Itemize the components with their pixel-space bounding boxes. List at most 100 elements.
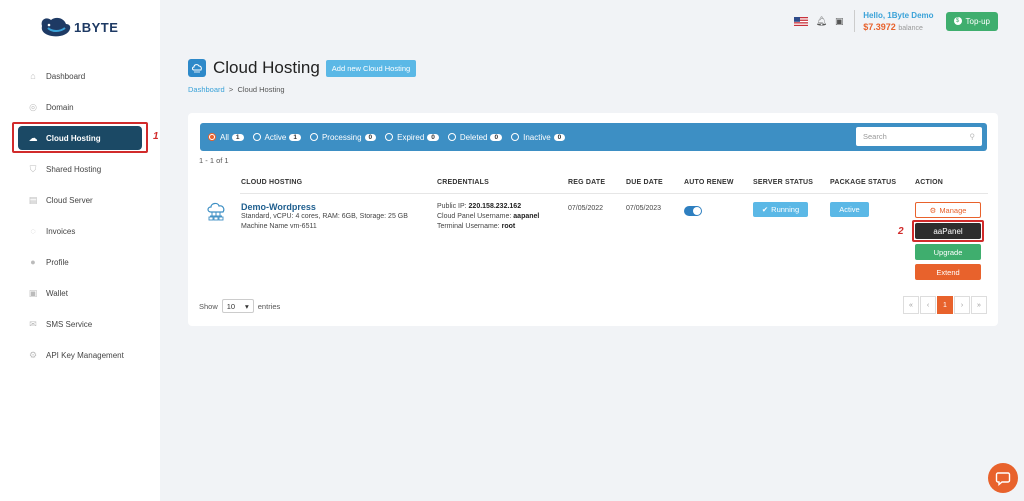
filter-all[interactable]: All 1	[208, 133, 244, 142]
pager-page-1[interactable]: 1	[937, 296, 953, 314]
chat-widget-button[interactable]	[988, 463, 1018, 493]
page-size-control: Show 10 ▾ entries	[199, 299, 280, 313]
wallet-icon: ▣	[28, 287, 38, 298]
auto-renew-toggle[interactable]	[684, 206, 702, 216]
header-separator	[854, 10, 856, 32]
globe-icon: ◎	[29, 101, 37, 112]
terminal-username: root	[501, 223, 516, 230]
sidebar: 1BYTE ⌂ Dashboard ◎ Domain ☁ Cloud Hosti…	[0, 0, 160, 501]
breadcrumb-home[interactable]: Dashboard	[188, 85, 225, 94]
result-range: 1 - 1 of 1	[199, 156, 229, 165]
filter-inactive[interactable]: Inactive 0	[511, 133, 566, 142]
pager-last[interactable]: »	[971, 296, 987, 314]
pagination: « ‹ 1 › »	[902, 296, 987, 314]
user-icon: ●	[30, 257, 36, 267]
hosting-name-link[interactable]: Demo-Wordpress	[241, 202, 408, 212]
filter-active[interactable]: Active 1	[252, 132, 301, 142]
sidebar-item-label: Dashboard	[46, 71, 86, 81]
sidebar-item-profile[interactable]: ● Profile	[18, 250, 142, 274]
search-placeholder: Search	[863, 132, 887, 141]
brand-logo[interactable]: 1BYTE	[38, 14, 118, 40]
server-icon: ▤	[28, 194, 38, 205]
column-header-credentials: CREDENTIALS	[437, 179, 489, 186]
sidebar-item-label: Profile	[46, 257, 69, 267]
filter-label: Deleted	[459, 132, 488, 142]
filter-processing[interactable]: Processing 0	[309, 133, 377, 142]
hosting-info: Demo-Wordpress Standard, vCPU: 4 cores, …	[241, 202, 408, 232]
server-status-badge: ✔ Running	[753, 202, 808, 217]
cloud-hosting-icon	[188, 59, 206, 77]
topup-button[interactable]: $ Top-up	[945, 11, 998, 31]
annotation-box-1	[12, 122, 148, 153]
gear-icon: ⚙	[929, 205, 937, 215]
breadcrumb-separator: >	[228, 85, 234, 94]
manage-label: Manage	[939, 205, 967, 215]
hosting-spec: Standard, vCPU: 4 cores, RAM: 6GB, Stora…	[241, 213, 408, 220]
logo-text: 1BYTE	[74, 19, 119, 35]
reg-date: 07/05/2022	[568, 205, 604, 212]
add-cloud-hosting-button[interactable]: Add new Cloud Hosting	[325, 59, 417, 77]
ip-label: Public IP:	[437, 203, 467, 210]
account-icon[interactable]: ▣	[834, 16, 844, 26]
sidebar-item-invoices[interactable]: ◌ Invoices	[18, 219, 142, 243]
sidebar-item-label: API Key Management	[46, 350, 124, 360]
radio-icon	[208, 133, 216, 141]
balance-suffix: balance	[898, 24, 923, 32]
check-icon: ✔	[761, 205, 769, 214]
bell-icon[interactable]: 🔔︎	[816, 16, 827, 26]
page-size-value: 10	[226, 301, 236, 311]
radio-icon	[252, 133, 261, 141]
due-date: 07/05/2023	[626, 205, 662, 212]
hosting-machine: Machine Name vm-6511	[241, 223, 317, 230]
filter-expired[interactable]: Expired 0	[385, 133, 439, 142]
public-ip: 220.158.232.162	[468, 203, 522, 210]
sidebar-item-label: Invoices	[46, 226, 76, 236]
filter-count: 1	[289, 133, 301, 141]
filter-count: 0	[553, 133, 566, 141]
extend-button[interactable]: Extend	[915, 264, 981, 280]
chevron-down-icon: ▾	[245, 301, 249, 311]
column-header-package-status: PACKAGE STATUS	[830, 179, 897, 186]
sidebar-item-label: Wallet	[46, 288, 68, 298]
sidebar-item-sms-service[interactable]: ✉ SMS Service	[18, 312, 142, 336]
hosting-panel: All 1 Active 1 Processing 0 Expired 0 Delete…	[188, 113, 998, 326]
sidebar-item-label: Shared Hosting	[46, 164, 102, 174]
pager-first[interactable]: «	[903, 296, 919, 314]
page-title: Cloud Hosting	[213, 58, 320, 77]
annotation-box-2	[912, 220, 984, 242]
pager-next[interactable]: ›	[954, 296, 970, 314]
sidebar-item-cloud-server[interactable]: ▤ Cloud Server	[18, 188, 142, 212]
radio-icon	[447, 133, 456, 141]
sms-icon: ✉	[29, 318, 37, 329]
filter-label: Expired	[397, 132, 425, 142]
server-status-text: Running	[771, 205, 800, 214]
filter-label: All	[220, 132, 229, 142]
entries-label: entries	[257, 301, 281, 311]
sidebar-item-api-key-management[interactable]: ⚙ API Key Management	[18, 343, 142, 367]
sidebar-item-wallet[interactable]: ▣ Wallet	[18, 281, 142, 305]
annotation-number-1: 1	[153, 131, 159, 142]
sidebar-item-dashboard[interactable]: ⌂ Dashboard	[18, 64, 142, 88]
sidebar-item-shared-hosting[interactable]: ⛉ Shared Hosting	[18, 157, 142, 181]
upgrade-button[interactable]: Upgrade	[915, 244, 981, 260]
sidebar-item-domain[interactable]: ◎ Domain	[18, 95, 142, 119]
filter-label: Active	[264, 132, 287, 142]
table-divider	[240, 193, 988, 194]
user-balance: Hello, 1Byte Demo $7.3972 balance	[863, 11, 933, 32]
manage-button[interactable]: ⚙ Manage	[915, 202, 981, 218]
search-input[interactable]: Search ⚲	[856, 127, 982, 146]
cloud-panel-username: aapanel	[513, 213, 540, 220]
search-icon: ⚲	[969, 132, 976, 141]
home-icon: ⌂	[30, 71, 36, 81]
sidebar-item-label: Domain	[46, 102, 74, 112]
filter-count: 0	[490, 133, 503, 141]
terminal-label: Terminal Username:	[437, 223, 500, 230]
balance-value: $7.3972	[863, 21, 896, 32]
pager-prev[interactable]: ‹	[920, 296, 936, 314]
top-bar: 🔔︎ ▣ Hello, 1Byte Demo $7.3972 balance $…	[794, 10, 998, 32]
filter-count: 1	[231, 133, 244, 141]
us-flag-icon[interactable]	[794, 16, 809, 26]
page-size-select[interactable]: 10 ▾	[221, 299, 254, 313]
filter-deleted[interactable]: Deleted 0	[447, 132, 503, 142]
page-header: Cloud Hosting Add new Cloud Hosting	[188, 58, 417, 78]
